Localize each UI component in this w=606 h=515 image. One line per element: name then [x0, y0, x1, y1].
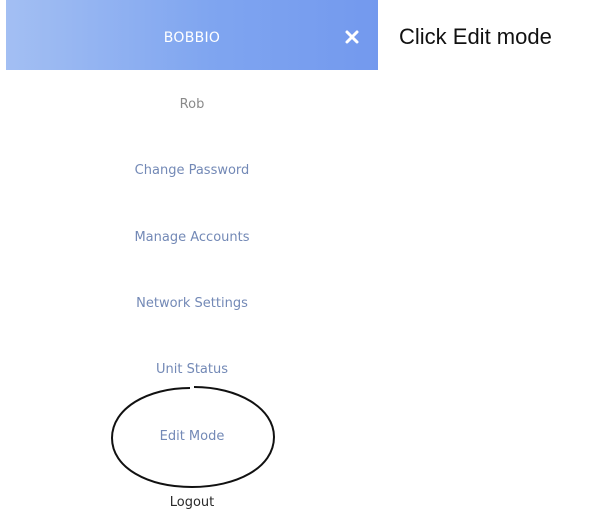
close-icon	[345, 30, 359, 44]
menu-item-manage-accounts[interactable]: Manage Accounts	[0, 230, 384, 245]
side-menu-panel: BOBBIO Rob Change Password Manage Accoun…	[0, 0, 378, 515]
instruction-text: Click Edit mode	[399, 24, 552, 49]
logout-button[interactable]: Logout	[0, 495, 384, 510]
close-button[interactable]	[340, 25, 364, 49]
user-name: Rob	[179, 97, 205, 112]
menu-item-unit-status[interactable]: Unit Status	[0, 362, 384, 377]
menu-item-network-settings[interactable]: Network Settings	[0, 296, 384, 311]
menu-item-change-password[interactable]: Change Password	[0, 163, 384, 178]
menu-title: BOBBIO	[163, 30, 221, 46]
menu-item-edit-mode[interactable]: Edit Mode	[0, 429, 384, 444]
